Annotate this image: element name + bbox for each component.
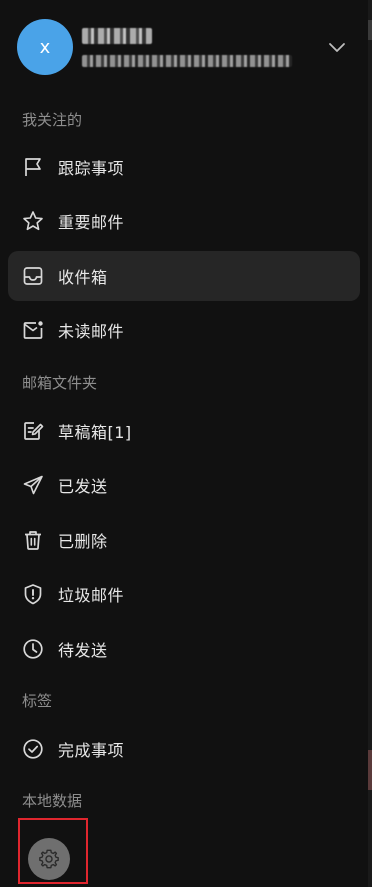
spam-icon xyxy=(22,583,44,605)
nav-item-tracked[interactable]: 跟踪事项 xyxy=(8,142,360,192)
draft-icon xyxy=(22,420,44,442)
nav-item-spam[interactable]: 垃圾邮件 xyxy=(8,569,360,619)
chevron-down-icon[interactable] xyxy=(326,36,348,58)
nav-item-label: 未读邮件 xyxy=(58,322,125,341)
check-circle-icon xyxy=(22,738,44,760)
nav-item-sent[interactable]: 已发送 xyxy=(8,460,360,510)
star-icon xyxy=(22,210,44,232)
avatar[interactable]: x xyxy=(17,19,73,75)
nav-item-label: 完成事项 xyxy=(58,741,125,760)
nav-item-drafts[interactable]: 草稿箱[1] xyxy=(8,406,360,456)
account-email xyxy=(82,55,292,67)
navigation-drawer: x 我关注的 跟踪事项 重要邮件 收件箱 未读邮件 邮箱文件夹 草稿箱[1] 已… xyxy=(0,0,368,887)
edge-mark xyxy=(368,20,372,40)
unread-mail-icon xyxy=(22,319,44,341)
account-header[interactable]: x xyxy=(0,0,368,98)
settings-highlight xyxy=(18,818,88,884)
nav-item-deleted[interactable]: 已删除 xyxy=(8,515,360,565)
nav-item-completed[interactable]: 完成事项 xyxy=(8,724,360,774)
account-name xyxy=(82,28,152,44)
nav-item-label: 草稿箱[1] xyxy=(58,423,132,442)
edge-mark xyxy=(368,750,372,790)
nav-item-label: 已删除 xyxy=(58,532,108,551)
nav-item-unread[interactable]: 未读邮件 xyxy=(8,305,360,355)
inbox-icon xyxy=(22,265,44,287)
avatar-initial: x xyxy=(39,36,51,58)
nav-item-label: 已发送 xyxy=(58,477,108,496)
gear-icon xyxy=(38,848,60,870)
nav-item-label: 收件箱 xyxy=(58,268,108,287)
section-local-data: 本地数据 xyxy=(22,792,83,810)
nav-item-outbox[interactable]: 待发送 xyxy=(8,624,360,674)
nav-item-label: 待发送 xyxy=(58,641,108,660)
section-folders: 邮箱文件夹 xyxy=(22,374,98,392)
section-tags: 标签 xyxy=(22,692,53,710)
settings-button[interactable] xyxy=(28,838,70,880)
background-content-edge xyxy=(368,0,372,887)
nav-item-inbox[interactable]: 收件箱 xyxy=(8,251,360,301)
trash-icon xyxy=(22,529,44,551)
send-icon xyxy=(22,474,44,496)
section-following: 我关注的 xyxy=(22,111,83,129)
clock-icon xyxy=(22,638,44,660)
flag-icon xyxy=(22,156,44,178)
nav-item-label: 垃圾邮件 xyxy=(58,586,125,605)
nav-item-label: 重要邮件 xyxy=(58,213,125,232)
nav-item-label: 跟踪事项 xyxy=(58,159,125,178)
nav-item-important[interactable]: 重要邮件 xyxy=(8,196,360,246)
